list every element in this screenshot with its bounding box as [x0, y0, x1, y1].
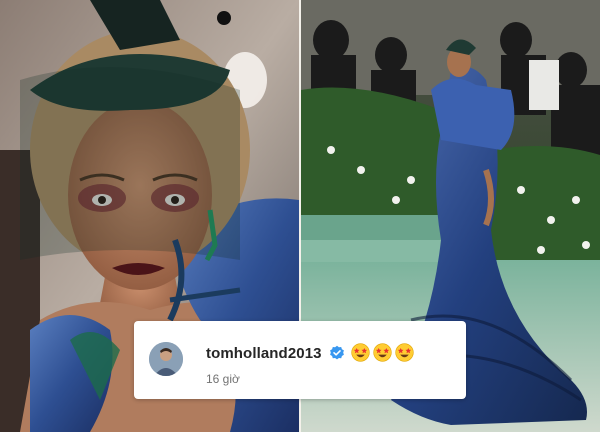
- avatar[interactable]: [149, 342, 183, 376]
- star-struck-emoji-icon: [395, 343, 414, 362]
- comment-emojis: [351, 343, 414, 362]
- verified-badge-icon: [330, 345, 344, 360]
- star-struck-emoji-icon: [373, 343, 392, 362]
- comment-card: tomholland2013 16 giờ: [134, 321, 466, 399]
- avatar-image: [149, 342, 183, 376]
- comment-timestamp: 16 giờ: [206, 372, 240, 386]
- comment-username[interactable]: tomholland2013: [206, 345, 322, 362]
- star-struck-emoji-icon: [351, 343, 370, 362]
